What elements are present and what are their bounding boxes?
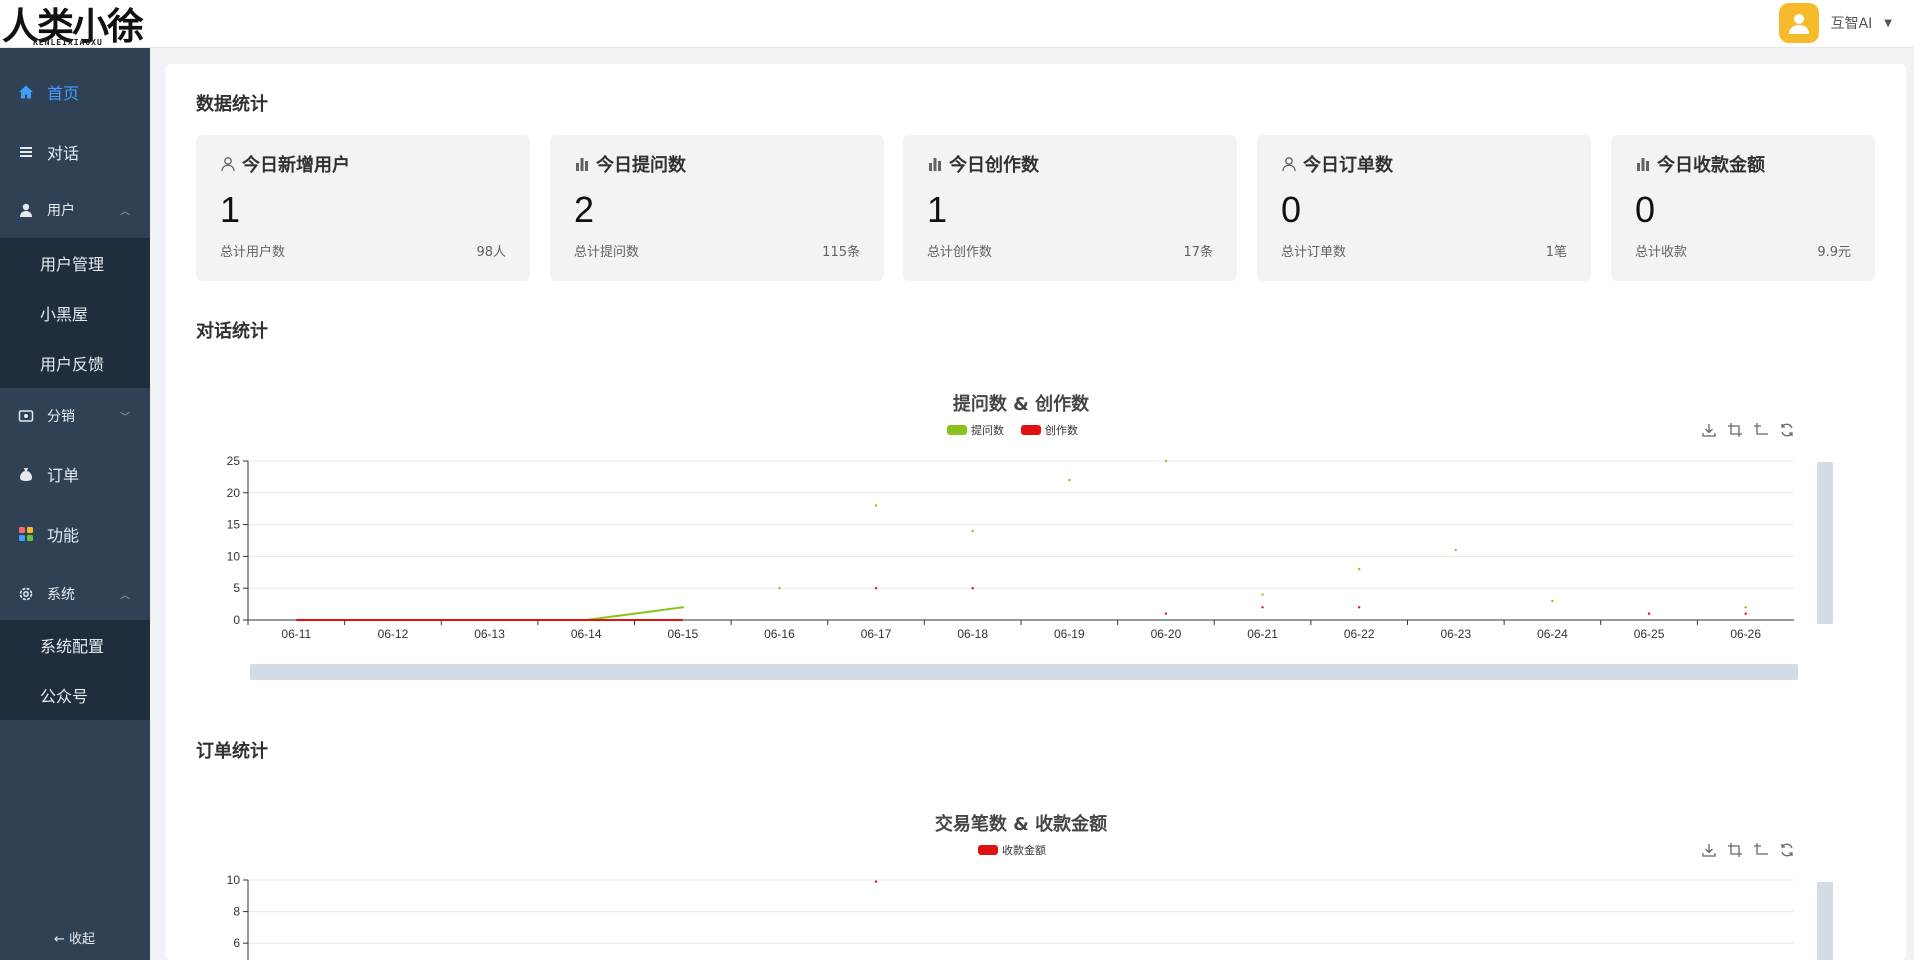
logo-subtext: RENLEIXIAOXU xyxy=(33,38,103,47)
restore-icon[interactable] xyxy=(1778,841,1796,859)
stat-card-header: 今日订单数 xyxy=(1281,151,1393,177)
sidebar-item-user[interactable]: 用户 ︿ xyxy=(0,186,150,234)
chevron-up-icon: ︿ xyxy=(120,590,130,602)
stat-card-foot-value: 1笔 xyxy=(1545,245,1567,260)
stat-card-orders: 今日订单数 0 总计订单数 1笔 xyxy=(1257,135,1591,281)
home-icon xyxy=(18,84,34,100)
stat-card-title: 今日新增用户 xyxy=(242,155,350,176)
stat-card-foot-value: 9.9元 xyxy=(1817,245,1851,260)
section-title-data-stats: 数据统计 xyxy=(196,94,268,115)
stat-card-foot-label: 总计订单数 xyxy=(1281,245,1347,260)
sidebar-item-distribution[interactable]: 分销 ﹀ xyxy=(0,392,150,440)
zoom-reset-icon[interactable] xyxy=(1752,421,1770,439)
sidebar-subitem-feedback[interactable]: 用户反馈 xyxy=(40,351,104,375)
user-avatar-icon xyxy=(1788,14,1809,34)
user-menu[interactable]: 互智AI ▼ xyxy=(1778,3,1892,43)
stat-card-header: 今日创作数 xyxy=(927,151,1039,177)
username[interactable]: 互智AI xyxy=(1831,13,1873,33)
section-title-dialog-stats: 对话统计 xyxy=(196,321,268,342)
bar-chart-icon xyxy=(1635,156,1651,172)
sidebar: 首页 对话 用户 ︿ 用户管理 小黑屋 用户反馈 分销 ﹀ 订单 功能 系统 ︿… xyxy=(0,48,150,960)
sidebar-subitem-blacklist[interactable]: 小黑屋 xyxy=(40,301,88,325)
sidebar-item-label: 分销 xyxy=(47,409,75,425)
sidebar-item-dialog[interactable]: 对话 xyxy=(0,128,150,176)
stat-card-foot-label: 总计收款 xyxy=(1635,245,1688,260)
sidebar-item-home[interactable]: 首页 xyxy=(0,68,150,116)
wallet-icon xyxy=(18,408,34,424)
list-icon xyxy=(18,144,34,160)
chevron-up-icon: ︿ xyxy=(120,206,130,218)
sidebar-item-label: 系统 xyxy=(47,587,75,603)
restore-icon[interactable] xyxy=(1778,421,1796,439)
download-icon[interactable] xyxy=(1700,841,1718,859)
stat-card-foot-label: 总计用户数 xyxy=(220,245,286,260)
stat-card-header: 今日提问数 xyxy=(574,151,686,177)
zoom-icon[interactable] xyxy=(1726,421,1744,439)
apps-icon xyxy=(18,526,34,542)
stat-card-foot-value: 115条 xyxy=(822,245,860,260)
user-outline-icon xyxy=(1281,156,1297,172)
stat-card-questions: 今日提问数 2 总计提问数 115条 xyxy=(550,135,884,281)
stat-card-foot-value: 98人 xyxy=(476,245,506,260)
submenu-user: 用户管理 小黑屋 用户反馈 xyxy=(0,238,150,388)
sidebar-item-label: 首页 xyxy=(47,84,80,103)
submenu-system: 系统配置 公众号 xyxy=(0,620,150,720)
sidebar-item-label: 用户 xyxy=(47,203,75,219)
stat-card-new-users: 今日新增用户 1 总计用户数 98人 xyxy=(196,135,530,281)
stat-card-title: 今日创作数 xyxy=(949,155,1039,176)
stat-card-title: 今日订单数 xyxy=(1303,155,1393,176)
stat-card-foot-label: 总计创作数 xyxy=(927,245,993,260)
chart1-toolbox xyxy=(1700,421,1796,439)
stat-card-creations: 今日创作数 1 总计创作数 17条 xyxy=(903,135,1237,281)
stat-card-header: 今日收款金额 xyxy=(1635,151,1765,177)
download-icon[interactable] xyxy=(1700,421,1718,439)
user-outline-icon xyxy=(220,156,236,172)
section-title-order-stats: 订单统计 xyxy=(196,741,268,762)
sidebar-item-label: 对话 xyxy=(47,144,80,163)
sidebar-item-label: 订单 xyxy=(47,466,80,485)
stat-card-value: 0 xyxy=(1635,189,1656,230)
caret-down-icon[interactable]: ▼ xyxy=(1884,18,1892,29)
gear-icon xyxy=(18,586,34,602)
sidebar-subitem-system-config[interactable]: 系统配置 xyxy=(40,633,104,657)
sidebar-item-label: 功能 xyxy=(47,526,80,545)
sidebar-subitem-official-account[interactable]: 公众号 xyxy=(40,683,88,707)
sidebar-item-system[interactable]: 系统 ︿ xyxy=(0,570,150,618)
chevron-down-icon: ﹀ xyxy=(120,412,130,424)
logo[interactable]: 人类小徐 RENLEIXIAOXU xyxy=(0,0,150,48)
bar-chart-icon xyxy=(927,156,943,172)
top-header: 人类小徐 RENLEIXIAOXU 互智AI ▼ xyxy=(0,0,1914,48)
stat-card-value: 2 xyxy=(574,189,595,230)
stat-card-header: 今日新增用户 xyxy=(220,151,350,177)
stat-card-title: 今日提问数 xyxy=(596,155,686,176)
money-bag-icon xyxy=(18,466,34,482)
stat-card-revenue: 今日收款金额 0 总计收款 9.9元 xyxy=(1611,135,1875,281)
sidebar-item-order[interactable]: 订单 xyxy=(0,450,150,498)
stat-card-value: 0 xyxy=(1281,189,1302,230)
avatar[interactable] xyxy=(1778,3,1819,43)
stat-card-foot-label: 总计提问数 xyxy=(574,245,640,260)
zoom-reset-icon[interactable] xyxy=(1752,841,1770,859)
stat-card-foot-value: 17条 xyxy=(1183,245,1213,260)
bar-chart-icon xyxy=(574,156,590,172)
zoom-icon[interactable] xyxy=(1726,841,1744,859)
stat-card-title: 今日收款金额 xyxy=(1657,155,1765,176)
stat-card-value: 1 xyxy=(927,189,948,230)
chart2-toolbox xyxy=(1700,841,1796,859)
collapse-sidebar-button[interactable]: ← 收起 xyxy=(54,928,95,947)
sidebar-subitem-user-management[interactable]: 用户管理 xyxy=(40,251,104,275)
user-icon xyxy=(18,202,34,218)
stat-card-value: 1 xyxy=(220,189,241,230)
sidebar-item-function[interactable]: 功能 xyxy=(0,510,150,558)
